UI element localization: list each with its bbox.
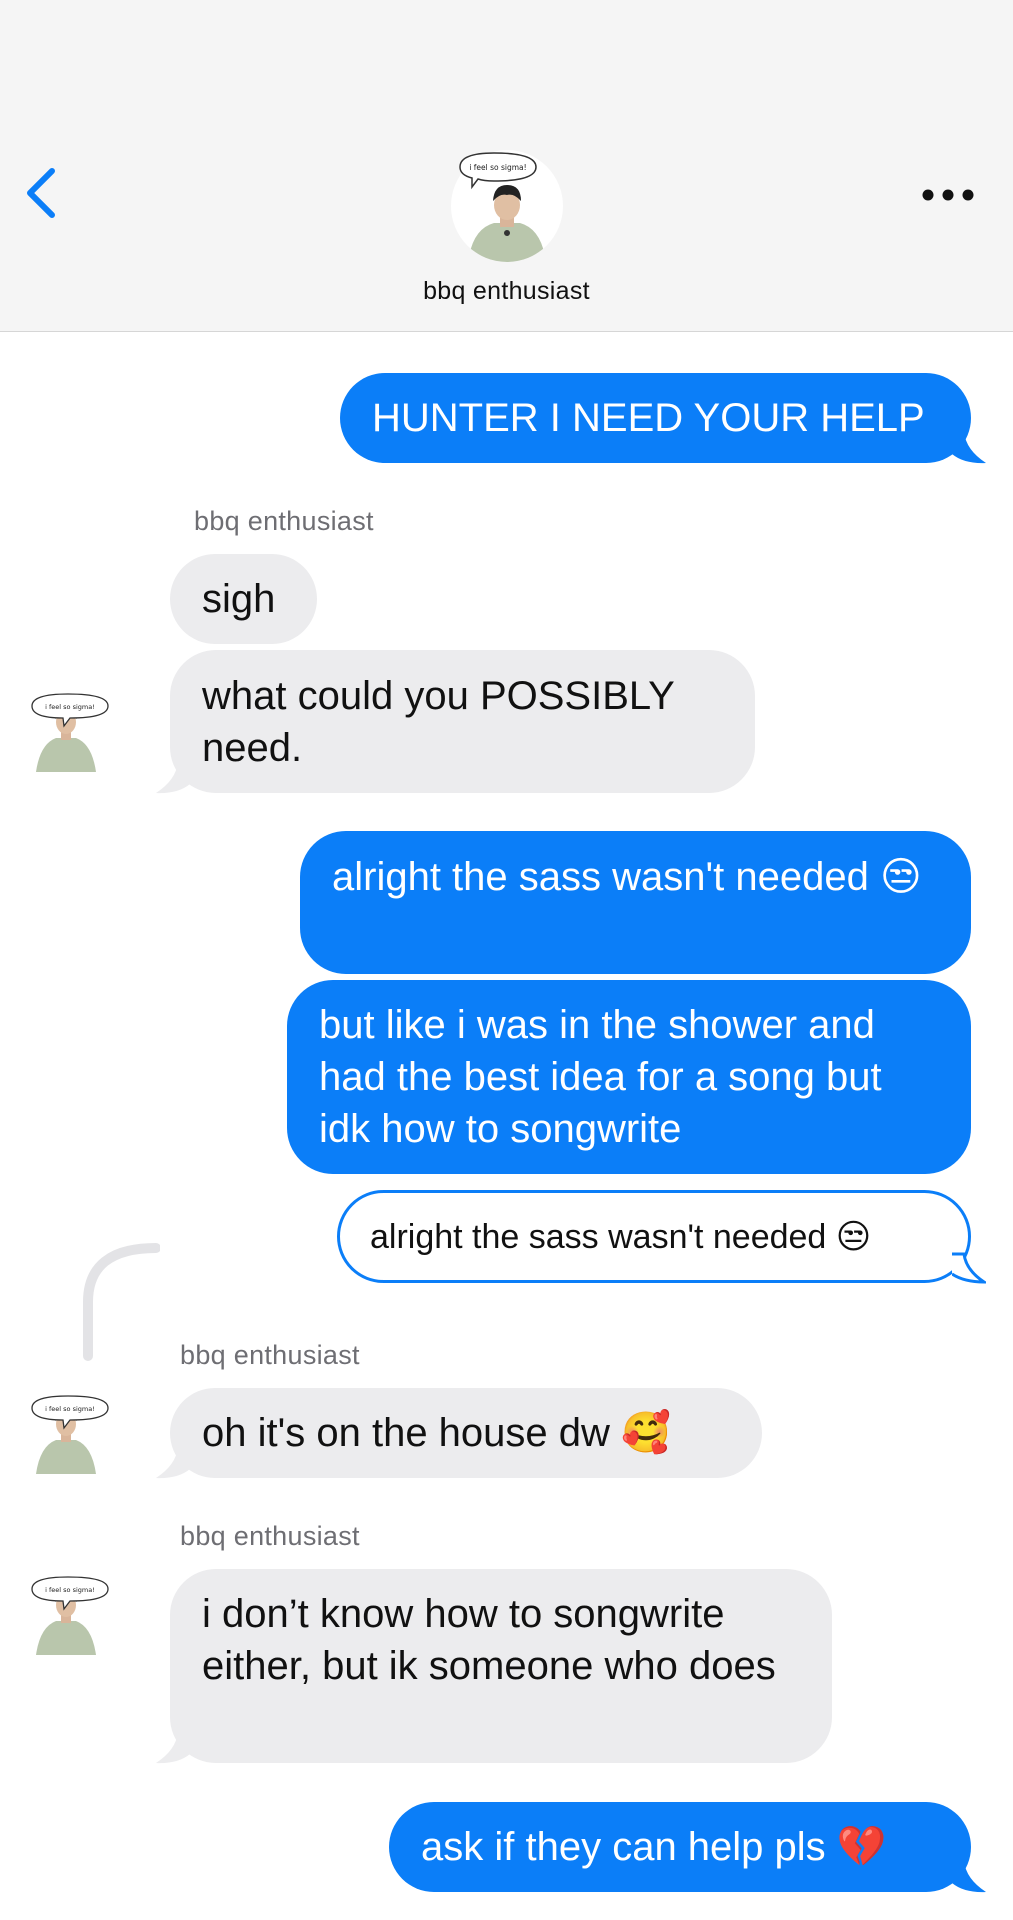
bubble-tail — [156, 1732, 190, 1764]
avatar-caption: i feel so sigma! — [469, 163, 526, 172]
contact-name[interactable]: bbq enthusiast — [0, 277, 1013, 306]
avatar-caption: i feel so sigma! — [45, 703, 95, 711]
sender-name: bbq enthusiast — [194, 506, 374, 536]
message-text: alright the sass wasn't needed 😒 — [332, 855, 922, 899]
message-text: but like i was in the shower and had the… — [319, 1003, 882, 1151]
conversation-header: i feel so sigma! bbq enthusiast — [0, 0, 1013, 332]
message-text: HUNTER I NEED YOUR HELP — [372, 396, 925, 440]
message-bubble-incoming[interactable]: what could you POSSIBLY need. — [170, 650, 755, 793]
bubble-tail — [952, 1861, 986, 1893]
message-bubble-incoming[interactable]: oh it's on the house dw 🥰 — [170, 1388, 762, 1478]
bubble-tail — [952, 1252, 986, 1284]
message-text: ask if they can help pls 💔 — [421, 1825, 887, 1869]
message-bubble-outgoing[interactable]: HUNTER I NEED YOUR HELP — [340, 373, 971, 463]
message-bubble-outgoing[interactable]: but like i was in the shower and had the… — [287, 980, 971, 1174]
avatar-caption: i feel so sigma! — [45, 1586, 95, 1594]
bubble-tail — [156, 762, 190, 794]
message-bubble-outgoing[interactable]: alright the sass wasn't needed 😒 — [300, 831, 971, 974]
contact-avatar[interactable]: i feel so sigma! — [450, 149, 564, 263]
sender-name: bbq enthusiast — [180, 1521, 360, 1551]
chevron-left-icon — [27, 168, 55, 218]
avatar-caption: i feel so sigma! — [45, 1405, 95, 1413]
message-bubble-incoming[interactable]: sigh — [170, 554, 317, 644]
ellipsis-icon — [922, 189, 974, 201]
message-text: what could you POSSIBLY need. — [202, 674, 675, 770]
message-bubble-outgoing[interactable]: ask if they can help pls 💔 — [389, 1802, 971, 1892]
sender-name: bbq enthusiast — [180, 1340, 360, 1370]
bubble-tail — [156, 1447, 190, 1479]
sender-avatar[interactable]: i feel so sigma! — [30, 1390, 114, 1474]
sender-avatar[interactable]: i feel so sigma! — [30, 1571, 114, 1655]
message-text: oh it's on the house dw 🥰 — [202, 1411, 671, 1455]
sender-avatar[interactable]: i feel so sigma! — [30, 688, 114, 772]
message-bubble-incoming[interactable]: i don’t know how to songwrite either, bu… — [170, 1569, 832, 1763]
bubble-tail — [952, 432, 986, 464]
quoted-message-text: alright the sass wasn't needed 😒 — [370, 1218, 872, 1256]
more-button[interactable] — [920, 180, 980, 210]
reply-connector — [83, 1243, 160, 1361]
quoted-message[interactable]: alright the sass wasn't needed 😒 — [337, 1190, 971, 1283]
back-button[interactable] — [18, 165, 68, 225]
message-text: sigh — [202, 577, 276, 621]
message-text: i don’t know how to songwrite either, bu… — [202, 1592, 776, 1688]
